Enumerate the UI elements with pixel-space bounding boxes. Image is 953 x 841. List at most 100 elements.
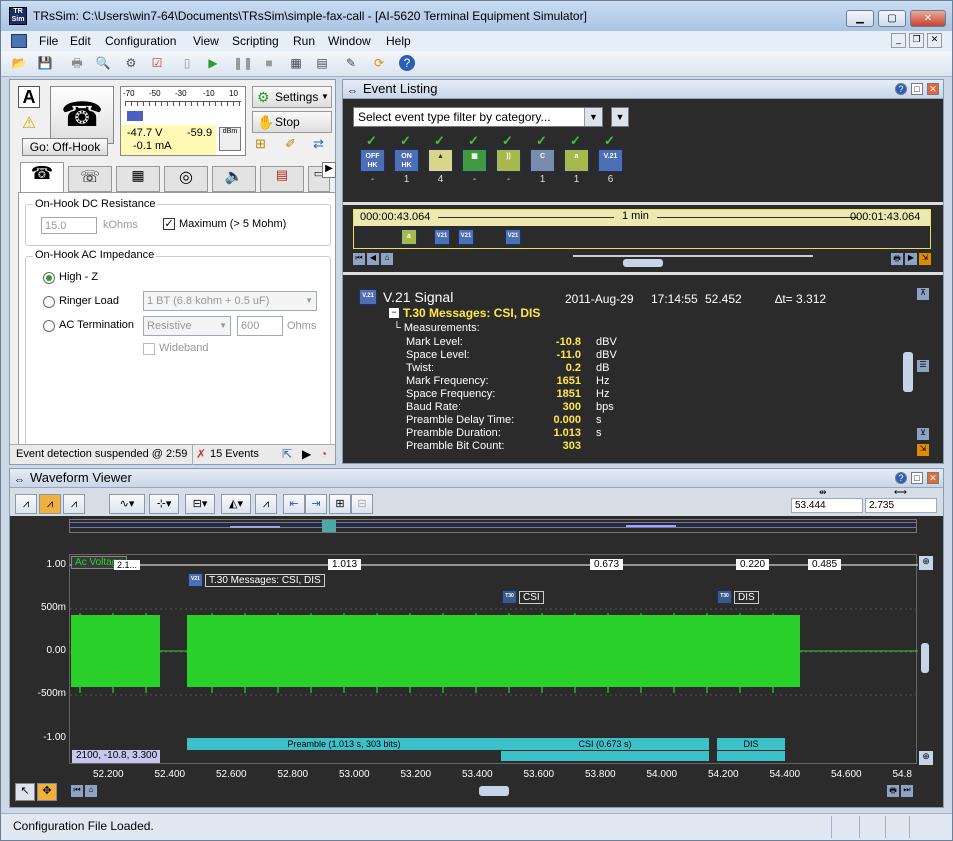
scroll-right-icon[interactable]: ▶ — [905, 253, 917, 265]
collapse-all-icon[interactable]: ⊼ — [917, 288, 929, 300]
check-icon[interactable]: ✓ — [502, 133, 513, 149]
caller-id-category-icon[interactable]: C — [530, 149, 555, 172]
mdi-minimize-icon[interactable]: _ — [891, 33, 906, 48]
new-page-icon[interactable]: ▯ — [179, 55, 195, 71]
waveform-plot[interactable]: Ac Voltage 2.1... 1.013 0.673 0.220 0.48… — [69, 554, 918, 764]
go-off-hook-button[interactable]: Go: Off-Hook — [22, 138, 108, 156]
detail-scroll-thumb[interactable] — [903, 352, 913, 392]
run-icon[interactable]: ▶ — [205, 55, 221, 71]
v21-annotation-icon[interactable]: V21 — [188, 573, 203, 587]
tab-dial-icon[interactable]: ◎ — [164, 166, 208, 192]
zoom-icon[interactable]: ⌂ — [85, 785, 97, 797]
tab-scroll-right-icon[interactable]: ▶ — [322, 162, 336, 178]
dc-resistance-input[interactable] — [41, 217, 97, 234]
scroll-first-icon[interactable]: ⏮ — [71, 785, 83, 797]
wave-tool-icon[interactable]: ⩘ — [39, 494, 61, 514]
export-icon[interactable]: ⇲ — [919, 253, 931, 265]
menu-file[interactable]: File — [39, 34, 58, 48]
wave-tool-icon[interactable]: ⩘ — [63, 494, 85, 514]
minimize-button[interactable]: ▁ — [846, 10, 874, 27]
event-timeline[interactable]: 000:00:43.064 1 min 000:01:43.064 a V21 … — [353, 209, 931, 249]
remove-marker-icon[interactable]: ⊟ — [351, 494, 373, 514]
csi-bar[interactable]: CSI (0.673 s) — [501, 738, 709, 750]
ringer-load-radio[interactable] — [43, 296, 55, 308]
calculator-icon[interactable]: ▦ — [288, 55, 304, 71]
pointer-tool-icon[interactable]: ↖ — [15, 783, 35, 801]
ringer-load-select[interactable]: 1 BT (6.8 kohm + 0.5 uF) ▼ — [143, 291, 317, 311]
notes-icon[interactable]: ▤ — [314, 55, 330, 71]
waveform-overview[interactable] — [69, 519, 917, 533]
open-icon[interactable]: 📂 — [11, 55, 27, 71]
help-icon[interactable]: ? — [399, 55, 415, 71]
maximize-button[interactable]: ▢ — [878, 10, 906, 27]
termination-value-input[interactable] — [237, 316, 283, 336]
waveform-hscrollbar[interactable]: ⏮ ⌂ 🖶 ⏭ — [69, 784, 917, 798]
cursor-position-field[interactable] — [791, 498, 863, 513]
print-icon[interactable]: 🖶 — [69, 55, 85, 71]
help-icon[interactable]: ? — [895, 472, 907, 484]
ring-category-icon[interactable]: )) — [496, 149, 521, 172]
scroll-left-icon[interactable]: ◀ — [367, 253, 379, 265]
maximize-icon[interactable]: □ — [911, 83, 923, 95]
wideband-checkbox[interactable] — [143, 343, 155, 355]
export-icon[interactable]: ⇲ — [917, 444, 929, 456]
pause-icon[interactable]: ❚❚ — [233, 55, 253, 71]
stop-button[interactable]: ✋ Stop — [252, 111, 332, 133]
expand-all-icon[interactable]: ⊻ — [917, 428, 929, 440]
print-icon[interactable]: 🖶 — [891, 253, 903, 265]
scroll-thumb[interactable] — [479, 786, 509, 796]
off-hook-category-icon[interactable]: OFF HK — [360, 149, 385, 172]
maximum-checkbox[interactable]: ✓ — [163, 218, 175, 230]
check-icon[interactable]: ✓ — [468, 133, 479, 149]
checklist-icon[interactable]: ☑ — [149, 55, 165, 71]
v21-category-icon[interactable]: V.21 — [598, 149, 623, 172]
tab-phone-icon[interactable]: ☎ — [20, 162, 64, 192]
green-category-icon[interactable]: ▦ — [462, 149, 487, 172]
close-icon[interactable]: ✕ — [927, 83, 939, 95]
wave-fit-icon[interactable]: ⩘ — [255, 494, 277, 514]
menu-edit[interactable]: Edit — [70, 34, 91, 48]
stop-icon[interactable]: ■ — [261, 55, 277, 71]
menu-window[interactable]: Window — [328, 34, 371, 48]
filter-menu-button[interactable]: ▼ — [611, 107, 629, 127]
export-icon[interactable]: ⇱ — [282, 447, 292, 461]
dis-bar[interactable]: DIS — [717, 738, 785, 750]
clock-icon[interactable]: ◔ — [320, 447, 327, 461]
save-icon[interactable]: 💾 — [37, 55, 53, 71]
termination-type-select[interactable]: Resistive ▼ — [143, 316, 231, 336]
on-hook-category-icon[interactable]: ON HK — [394, 149, 419, 172]
pin-icon[interactable]: ⇔ — [14, 471, 25, 489]
t30-annotation-icon[interactable]: T30 — [717, 590, 732, 604]
scroll-first-icon[interactable]: ⏮ — [353, 253, 365, 265]
menu-scripting[interactable]: Scripting — [232, 34, 279, 48]
timeline-scrollbar[interactable]: ⏮ ◀ ⌂ 🖶 ▶ ⇲ — [353, 252, 931, 268]
t30-annotation-icon[interactable]: T30 — [502, 590, 517, 604]
cursor-left-icon[interactable]: ⇤ — [283, 494, 305, 514]
tab-handset-icon[interactable]: ☏ — [68, 166, 112, 192]
overview-viewport[interactable] — [322, 520, 336, 532]
add-icon[interactable]: ⊞ — [255, 136, 273, 154]
wave-style-dropdown[interactable]: ∿▾ — [109, 494, 145, 514]
scale-dropdown[interactable]: ⊟▾ — [185, 494, 215, 514]
preamble-bar[interactable]: Preamble (1.013 s, 303 bits) — [187, 738, 501, 750]
ac-termination-radio[interactable] — [43, 320, 55, 332]
settings-button[interactable]: ⚙ Settings ▼ — [252, 86, 332, 108]
edit-icon[interactable]: ✐ — [285, 136, 303, 154]
level-unit-button[interactable]: dBm — [219, 127, 241, 151]
tone-a-category-icon[interactable]: a — [564, 149, 589, 172]
vertical-scroll-thumb[interactable] — [921, 643, 929, 673]
zoom-out-icon[interactable]: ⊕ — [919, 751, 933, 765]
event-filter-select[interactable]: Select event type filter by category... … — [353, 107, 603, 127]
zoom-icon[interactable]: ⌂ — [381, 253, 393, 265]
check-icon[interactable]: ✓ — [570, 133, 581, 149]
menu-help[interactable]: Help — [386, 34, 411, 48]
scroll-last-icon[interactable]: ⏭ — [901, 785, 913, 797]
check-icon[interactable]: ✓ — [536, 133, 547, 149]
print-icon[interactable]: 🖶 — [887, 785, 899, 797]
close-button[interactable]: ✕ — [910, 10, 946, 27]
help-icon[interactable]: ? — [895, 83, 907, 95]
add-marker-icon[interactable]: ⊞ — [329, 494, 351, 514]
close-icon[interactable]: ✕ — [927, 472, 939, 484]
menu-run[interactable]: Run — [293, 34, 315, 48]
mdi-close-icon[interactable]: ✕ — [927, 33, 942, 48]
